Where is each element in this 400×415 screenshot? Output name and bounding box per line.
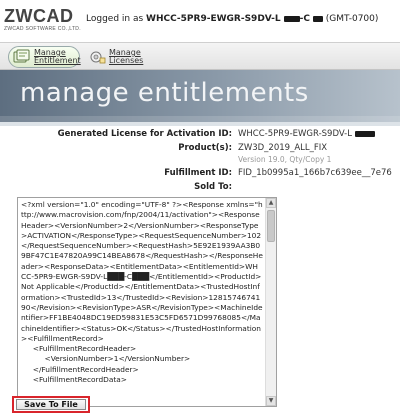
entitlement-icon <box>13 49 30 63</box>
page-title: manage entitlements <box>20 78 309 108</box>
scroll-up-arrow-icon[interactable]: ▲ <box>266 198 276 208</box>
nav-label-licenses: Manage Licenses <box>109 48 144 65</box>
login-user-tail: -C <box>299 14 310 24</box>
page-banner: manage entitlements <box>0 70 400 122</box>
timezone-label: (GMT-0700) <box>325 14 379 24</box>
product-label: Product(s): <box>178 143 232 153</box>
product-row: Product(s): ZW3D_2019_ALL_FIX <box>0 143 400 155</box>
xml-scrollbar[interactable]: ▲ ▼ <box>265 198 276 406</box>
fulfillment-row: Fulfillment ID: FID_1b0995a1_166b7c639ee… <box>0 168 400 180</box>
activation-value: WHCC-5PR9-EWGR-S9DV-L <box>238 129 375 139</box>
save-to-file-button[interactable]: Save To File <box>16 399 86 410</box>
banner-divider <box>0 122 400 126</box>
login-user: WHCC-5PR9-EWGR-S9DV-L <box>146 14 281 24</box>
redaction-mark <box>312 15 323 22</box>
activation-id: WHCC-5PR9-EWGR-S9DV-L <box>238 129 352 139</box>
save-button-highlight: Save To File <box>12 396 90 413</box>
license-xml-content: <?xml version="1.0" encoding="UTF-8" ?><… <box>21 200 263 385</box>
zwcad-logo: ZWCAD ZWCAD SOFTWARE CO.,LTD. <box>4 7 82 33</box>
fulfillment-label: Fulfillment ID: <box>164 168 232 178</box>
licenses-icon <box>90 51 106 64</box>
logo-main-text: ZWCAD <box>4 6 74 26</box>
nav-label-entitlement: Manage Entitlement <box>34 48 81 65</box>
nav-bar: Manage Entitlement Manage Licenses <box>0 42 400 70</box>
product-value: ZW3D_2019_ALL_FIX <box>238 143 328 153</box>
login-prefix: Logged in as <box>86 14 144 24</box>
activation-row: Generated License for Activation ID: WHC… <box>0 129 400 141</box>
redaction-mark <box>283 15 300 22</box>
nav-manage-licenses[interactable]: Manage Licenses <box>84 46 154 68</box>
redaction-mark <box>354 130 375 137</box>
activation-label: Generated License for Activation ID: <box>57 129 232 139</box>
logo-sub-text: ZWCAD SOFTWARE CO.,LTD. <box>4 26 81 32</box>
fulfillment-value: FID_1b0995a1_166b7c639ee__7e76 <box>238 168 392 178</box>
top-header: ZWCAD ZWCAD SOFTWARE CO.,LTD. Logged in … <box>0 0 400 42</box>
nav-manage-entitlement[interactable]: Manage Entitlement <box>8 46 81 68</box>
scroll-thumb[interactable] <box>267 210 275 242</box>
soldto-label: Sold To: <box>194 182 232 192</box>
soldto-row: Sold To: <box>0 182 400 194</box>
scroll-down-arrow-icon[interactable]: ▼ <box>266 396 276 406</box>
product-version: Version 19.0, Qty/Copy 1 <box>238 155 332 164</box>
license-xml-textarea[interactable]: <?xml version="1.0" encoding="UTF-8" ?><… <box>17 197 277 407</box>
login-info: Logged in as WHCC-5PR9-EWGR-S9DV-L -C (GM… <box>86 14 378 24</box>
